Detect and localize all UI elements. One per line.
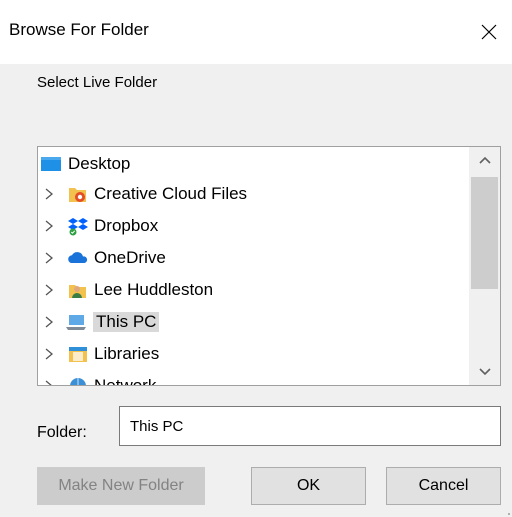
- tree-item-onedrive[interactable]: OneDrive: [38, 243, 469, 273]
- tree-item-lee-huddleston[interactable]: Lee Huddleston: [38, 275, 469, 305]
- network-icon: [70, 378, 86, 385]
- tree-item-label: Desktop: [68, 154, 131, 173]
- title-bar: Browse For Folder: [0, 0, 512, 64]
- tree-item-label: OneDrive: [94, 248, 166, 267]
- scroll-thumb[interactable]: [471, 177, 498, 289]
- user-folder-icon: [69, 285, 86, 298]
- tree-item-libraries[interactable]: Libraries: [38, 339, 469, 369]
- computer-icon: [66, 315, 86, 330]
- chevron-up-icon: [478, 156, 491, 164]
- tree-item-label: Creative Cloud Files: [94, 184, 248, 203]
- instruction-text: Select Live Folder: [37, 74, 158, 91]
- tree-item-label: Lee Huddleston: [94, 280, 214, 299]
- chevron-right-icon[interactable]: [43, 251, 55, 265]
- desktop-icon: [41, 157, 61, 171]
- chevron-right-icon[interactable]: [43, 219, 55, 233]
- folder-tree[interactable]: Desktop Creative Cloud Files Dropbox One…: [37, 146, 501, 386]
- tree-item-network[interactable]: Network: [38, 371, 469, 385]
- cancel-button[interactable]: Cancel: [386, 467, 501, 505]
- chevron-right-icon[interactable]: [43, 379, 55, 385]
- chevron-right-icon[interactable]: [43, 315, 55, 329]
- scroll-down-button[interactable]: [469, 359, 500, 385]
- folder-tree-list: Desktop Creative Cloud Files Dropbox One…: [38, 147, 469, 385]
- resize-grip-icon[interactable]: [502, 507, 510, 515]
- tree-item-label: Libraries: [94, 344, 160, 363]
- close-icon: [481, 24, 497, 40]
- tree-item-creative-cloud-files[interactable]: Creative Cloud Files: [38, 179, 469, 209]
- chevron-down-icon: [478, 368, 491, 376]
- scroll-up-button[interactable]: [469, 147, 500, 173]
- chevron-right-icon[interactable]: [43, 347, 55, 361]
- tree-item-label: This PC: [93, 312, 160, 332]
- folder-label: Folder:: [37, 424, 87, 441]
- vertical-scrollbar[interactable]: [469, 147, 500, 385]
- chevron-right-icon[interactable]: [43, 283, 55, 297]
- dropbox-icon: [68, 218, 88, 236]
- folder-input[interactable]: [119, 406, 501, 446]
- libraries-icon: [69, 347, 87, 362]
- make-new-folder-button[interactable]: Make New Folder: [37, 467, 205, 505]
- tree-item-label: Dropbox: [94, 216, 159, 235]
- close-button[interactable]: [466, 0, 512, 64]
- tree-item-dropbox[interactable]: Dropbox: [38, 211, 469, 241]
- window-title: Browse For Folder: [9, 20, 149, 39]
- creative-cloud-folder-icon: [69, 188, 86, 202]
- ok-button[interactable]: OK: [251, 467, 366, 505]
- browse-for-folder-dialog: Browse For Folder Select Live Folder Des…: [0, 0, 512, 517]
- onedrive-icon: [68, 252, 88, 263]
- chevron-right-icon[interactable]: [43, 187, 55, 201]
- tree-item-this-pc[interactable]: This PC: [38, 307, 469, 337]
- tree-item-label: Network: [94, 376, 156, 385]
- tree-item-desktop[interactable]: Desktop: [38, 149, 469, 179]
